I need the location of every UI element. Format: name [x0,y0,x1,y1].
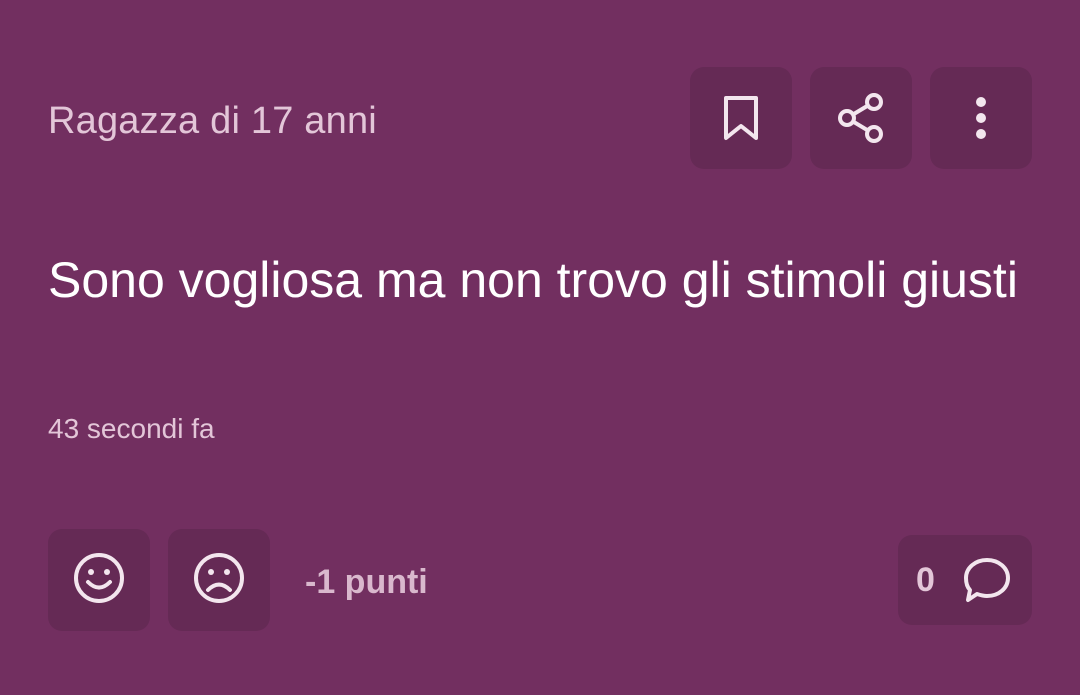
more-options-button[interactable] [930,67,1032,169]
post-text: Sono vogliosa ma non trovo gli stimoli g… [48,252,1018,308]
post-author: Ragazza di 17 anni [48,100,377,142]
bookmark-button[interactable] [690,67,792,169]
share-icon [836,92,886,144]
points-count: -1 punti [305,563,428,601]
smile-icon [73,552,125,609]
comments-count: 0 [916,561,935,599]
comment-bubble-icon [962,556,1012,609]
comments-button[interactable]: 0 [898,535,1032,625]
share-button[interactable] [810,67,912,169]
more-vertical-icon [975,96,987,140]
downvote-button[interactable] [168,529,270,631]
post-timestamp: 43 secondi fa [48,413,215,444]
upvote-button[interactable] [48,529,150,631]
post-card: Ragazza di 17 anni Sono vogliosa ma non … [0,0,1080,695]
bookmark-icon [721,94,761,142]
frown-icon [193,552,245,609]
